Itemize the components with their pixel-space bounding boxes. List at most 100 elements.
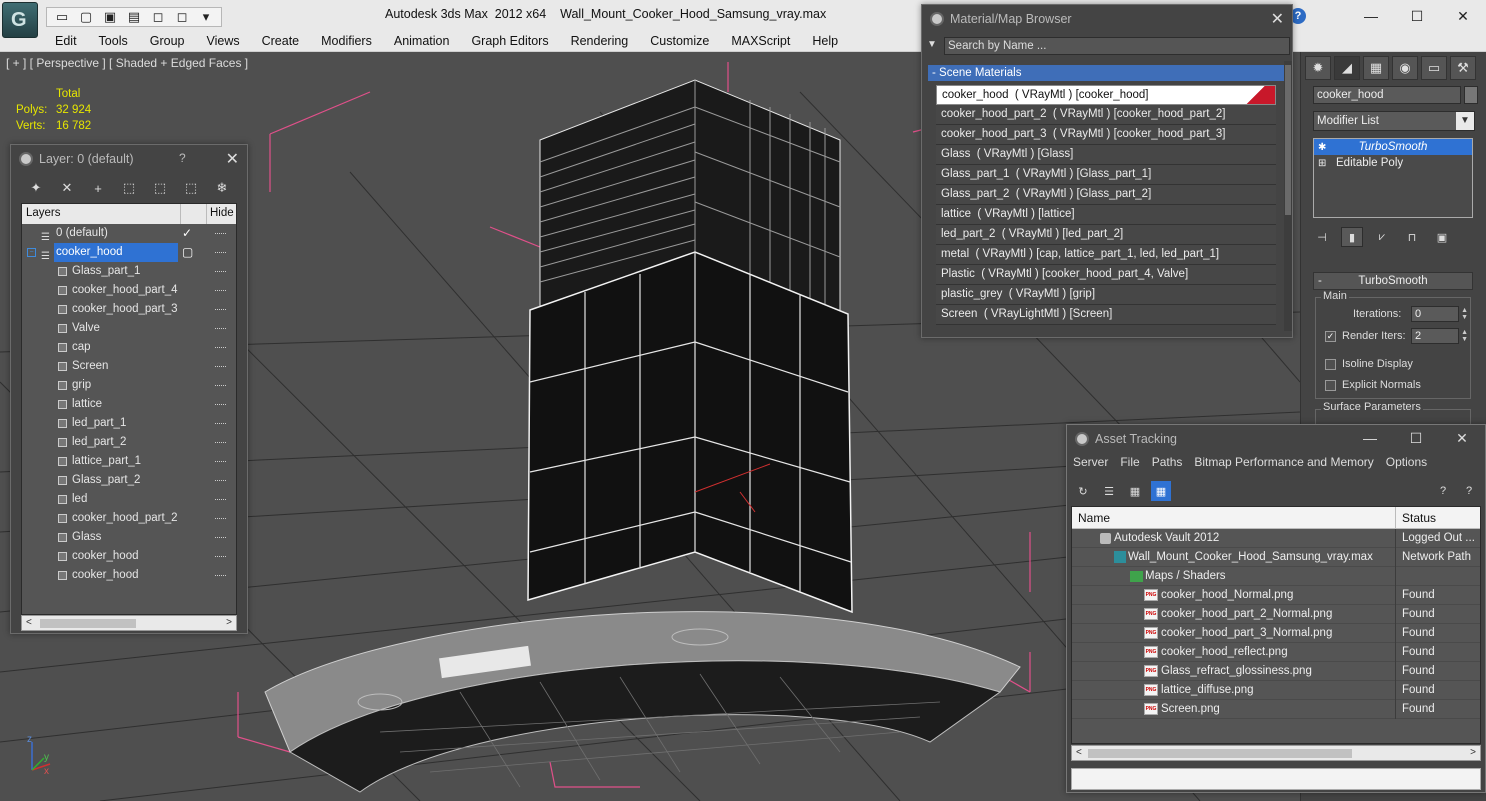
- layer-object-row[interactable]: cooker_hood_part_4: [22, 281, 236, 300]
- delete-layer-icon[interactable]: ✕: [56, 179, 78, 197]
- layer-row-default[interactable]: ☰ 0 (default) ✓: [22, 224, 236, 243]
- minimize-button[interactable]: —: [1348, 0, 1394, 32]
- material-item[interactable]: led_part_2 ( VRayMtl ) [led_part_2]: [936, 225, 1276, 245]
- scroll-right-icon[interactable]: >: [1470, 747, 1476, 758]
- layer-object-row[interactable]: cooker_hood_part_3: [22, 300, 236, 319]
- hide-toggle[interactable]: [215, 518, 226, 520]
- layer-horizontal-scrollbar[interactable]: < >: [21, 615, 237, 631]
- expand-plus-icon[interactable]: ⊞: [1318, 156, 1326, 172]
- spinner-arrows-icon[interactable]: ▲ ▼: [1461, 307, 1468, 321]
- asset-row[interactable]: PNG cooker_hood_part_3_Normal.png Found: [1072, 624, 1480, 643]
- new-layer-icon[interactable]: ✦: [25, 179, 47, 197]
- utilities-tab-icon[interactable]: ⚒: [1450, 56, 1476, 80]
- menu-options[interactable]: Options: [1386, 455, 1427, 473]
- hide-toggle[interactable]: [215, 480, 226, 482]
- iterations-spinner[interactable]: 0 ▲ ▼: [1411, 306, 1468, 322]
- hide-toggle[interactable]: [215, 271, 226, 273]
- make-unique-icon[interactable]: ⩗: [1371, 227, 1393, 247]
- menu-help[interactable]: Help: [801, 32, 849, 51]
- material-item[interactable]: metal ( VRayMtl ) [cap, lattice_part_1, …: [936, 245, 1276, 265]
- material-browser-titlebar[interactable]: Material/Map Browser ✕: [922, 5, 1292, 33]
- scroll-right-icon[interactable]: >: [226, 617, 232, 628]
- undo-icon[interactable]: ◻: [147, 8, 169, 26]
- asset-row[interactable]: PNG lattice_diffuse.png Found: [1072, 681, 1480, 700]
- menu-server[interactable]: Server: [1073, 455, 1108, 473]
- hide-toggle[interactable]: [215, 461, 226, 463]
- menu-animation[interactable]: Animation: [383, 32, 461, 51]
- asset-row[interactable]: PNG cooker_hood_part_2_Normal.png Found: [1072, 605, 1480, 624]
- spinner-arrows-icon[interactable]: ▲ ▼: [1461, 329, 1468, 343]
- turbosmooth-rollout-header[interactable]: - TurboSmooth: [1313, 272, 1473, 290]
- hide-toggle[interactable]: [215, 309, 226, 311]
- layer-object-row[interactable]: Valve: [22, 319, 236, 338]
- close-button[interactable]: ✕: [1439, 425, 1485, 453]
- maximize-button[interactable]: ☐: [1394, 0, 1440, 32]
- material-item[interactable]: Glass_part_1 ( VRayMtl ) [Glass_part_1]: [936, 165, 1276, 185]
- explicit-normals-checkbox[interactable]: [1325, 380, 1336, 391]
- menu-edit[interactable]: Edit: [54, 32, 88, 51]
- asset-row[interactable]: Maps / Shaders: [1072, 567, 1480, 586]
- context-help-icon[interactable]: ?: [1459, 481, 1479, 501]
- list-view-icon[interactable]: ☰: [1099, 481, 1119, 501]
- name-column-header[interactable]: Name: [1078, 511, 1110, 525]
- hide-toggle[interactable]: [215, 404, 226, 406]
- hide-toggle[interactable]: [215, 290, 226, 292]
- menu-tools[interactable]: Tools: [88, 32, 139, 51]
- layer-object-row[interactable]: Glass_part_1: [22, 262, 236, 281]
- modify-tab-icon[interactable]: ◢: [1334, 56, 1360, 80]
- layer-object-row[interactable]: cap: [22, 338, 236, 357]
- hide-toggle[interactable]: [215, 328, 226, 330]
- layer-object-row[interactable]: led: [22, 490, 236, 509]
- material-item[interactable]: plastic_grey ( VRayMtl ) [grip]: [936, 285, 1276, 305]
- scroll-thumb[interactable]: [1088, 749, 1352, 758]
- browser-options-icon[interactable]: ▼: [927, 39, 937, 50]
- table-view-icon[interactable]: ▦: [1151, 481, 1171, 501]
- menu-group[interactable]: Group: [139, 32, 196, 51]
- menu-graph-editors[interactable]: Graph Editors: [460, 32, 559, 51]
- hide-toggle[interactable]: [215, 347, 226, 349]
- refresh-icon[interactable]: ↻: [1073, 481, 1093, 501]
- object-name-field[interactable]: cooker_hood: [1313, 86, 1461, 104]
- redo-icon[interactable]: ◻: [171, 8, 193, 26]
- menu-modifiers[interactable]: Modifiers: [310, 32, 383, 51]
- help-icon[interactable]: ?: [179, 151, 186, 165]
- layer-object-row[interactable]: Screen: [22, 357, 236, 376]
- material-vertical-scrollbar[interactable]: [1284, 61, 1292, 331]
- material-item[interactable]: cooker_hood ( VRayMtl ) [cooker_hood]: [936, 85, 1276, 105]
- render-iters-checkbox[interactable]: ✓: [1325, 331, 1336, 342]
- layer-object-row[interactable]: cooker_hood: [22, 547, 236, 566]
- close-button[interactable]: ✕: [1440, 0, 1486, 32]
- scroll-left-icon[interactable]: <: [26, 617, 32, 628]
- render-iters-spinner[interactable]: 2 ▲ ▼: [1411, 328, 1468, 344]
- lightbulb-icon[interactable]: ✱: [1318, 140, 1326, 156]
- layer-object-row[interactable]: grip: [22, 376, 236, 395]
- project-folder-icon[interactable]: ▤: [123, 8, 145, 26]
- collapse-minus-icon[interactable]: −: [27, 248, 36, 257]
- menu-maxscript[interactable]: MAXScript: [720, 32, 801, 51]
- hide-toggle[interactable]: [215, 366, 226, 368]
- minimize-button[interactable]: —: [1347, 425, 1393, 453]
- material-item[interactable]: Screen ( VRayLightMtl ) [Screen]: [936, 305, 1276, 325]
- select-objects-icon[interactable]: ⬚: [118, 179, 140, 197]
- asset-row[interactable]: PNG cooker_hood_reflect.png Found: [1072, 643, 1480, 662]
- layer-object-row[interactable]: led_part_2: [22, 433, 236, 452]
- close-icon[interactable]: ✕: [226, 149, 239, 169]
- maximize-button[interactable]: ☐: [1393, 425, 1439, 453]
- menu-create[interactable]: Create: [251, 32, 311, 51]
- make-current-box-icon[interactable]: ▢: [182, 243, 193, 262]
- hide-toggle[interactable]: [215, 442, 226, 444]
- menu-file[interactable]: File: [1120, 455, 1139, 473]
- material-item[interactable]: Plastic ( VRayMtl ) [cooker_hood_part_4,…: [936, 265, 1276, 285]
- freeze-all-layers-icon[interactable]: ❄: [211, 179, 233, 197]
- layer-row-cooker-hood[interactable]: − ☰ cooker_hood ▢: [22, 243, 236, 262]
- asset-row[interactable]: Wall_Mount_Cooker_Hood_Samsung_vray.max N…: [1072, 548, 1480, 567]
- stack-item-editable-poly[interactable]: ⊞ Editable Poly: [1314, 155, 1472, 171]
- layer-object-row[interactable]: lattice_part_1: [22, 452, 236, 471]
- layer-object-row[interactable]: led_part_1: [22, 414, 236, 433]
- remove-modifier-icon[interactable]: ⊓: [1401, 227, 1423, 247]
- object-color-swatch[interactable]: [1464, 86, 1478, 104]
- hide-toggle[interactable]: [215, 423, 226, 425]
- material-item[interactable]: lattice ( VRayMtl ) [lattice]: [936, 205, 1276, 225]
- save-file-icon[interactable]: ▣: [99, 8, 121, 26]
- layer-object-row[interactable]: cooker_hood_part_2: [22, 509, 236, 528]
